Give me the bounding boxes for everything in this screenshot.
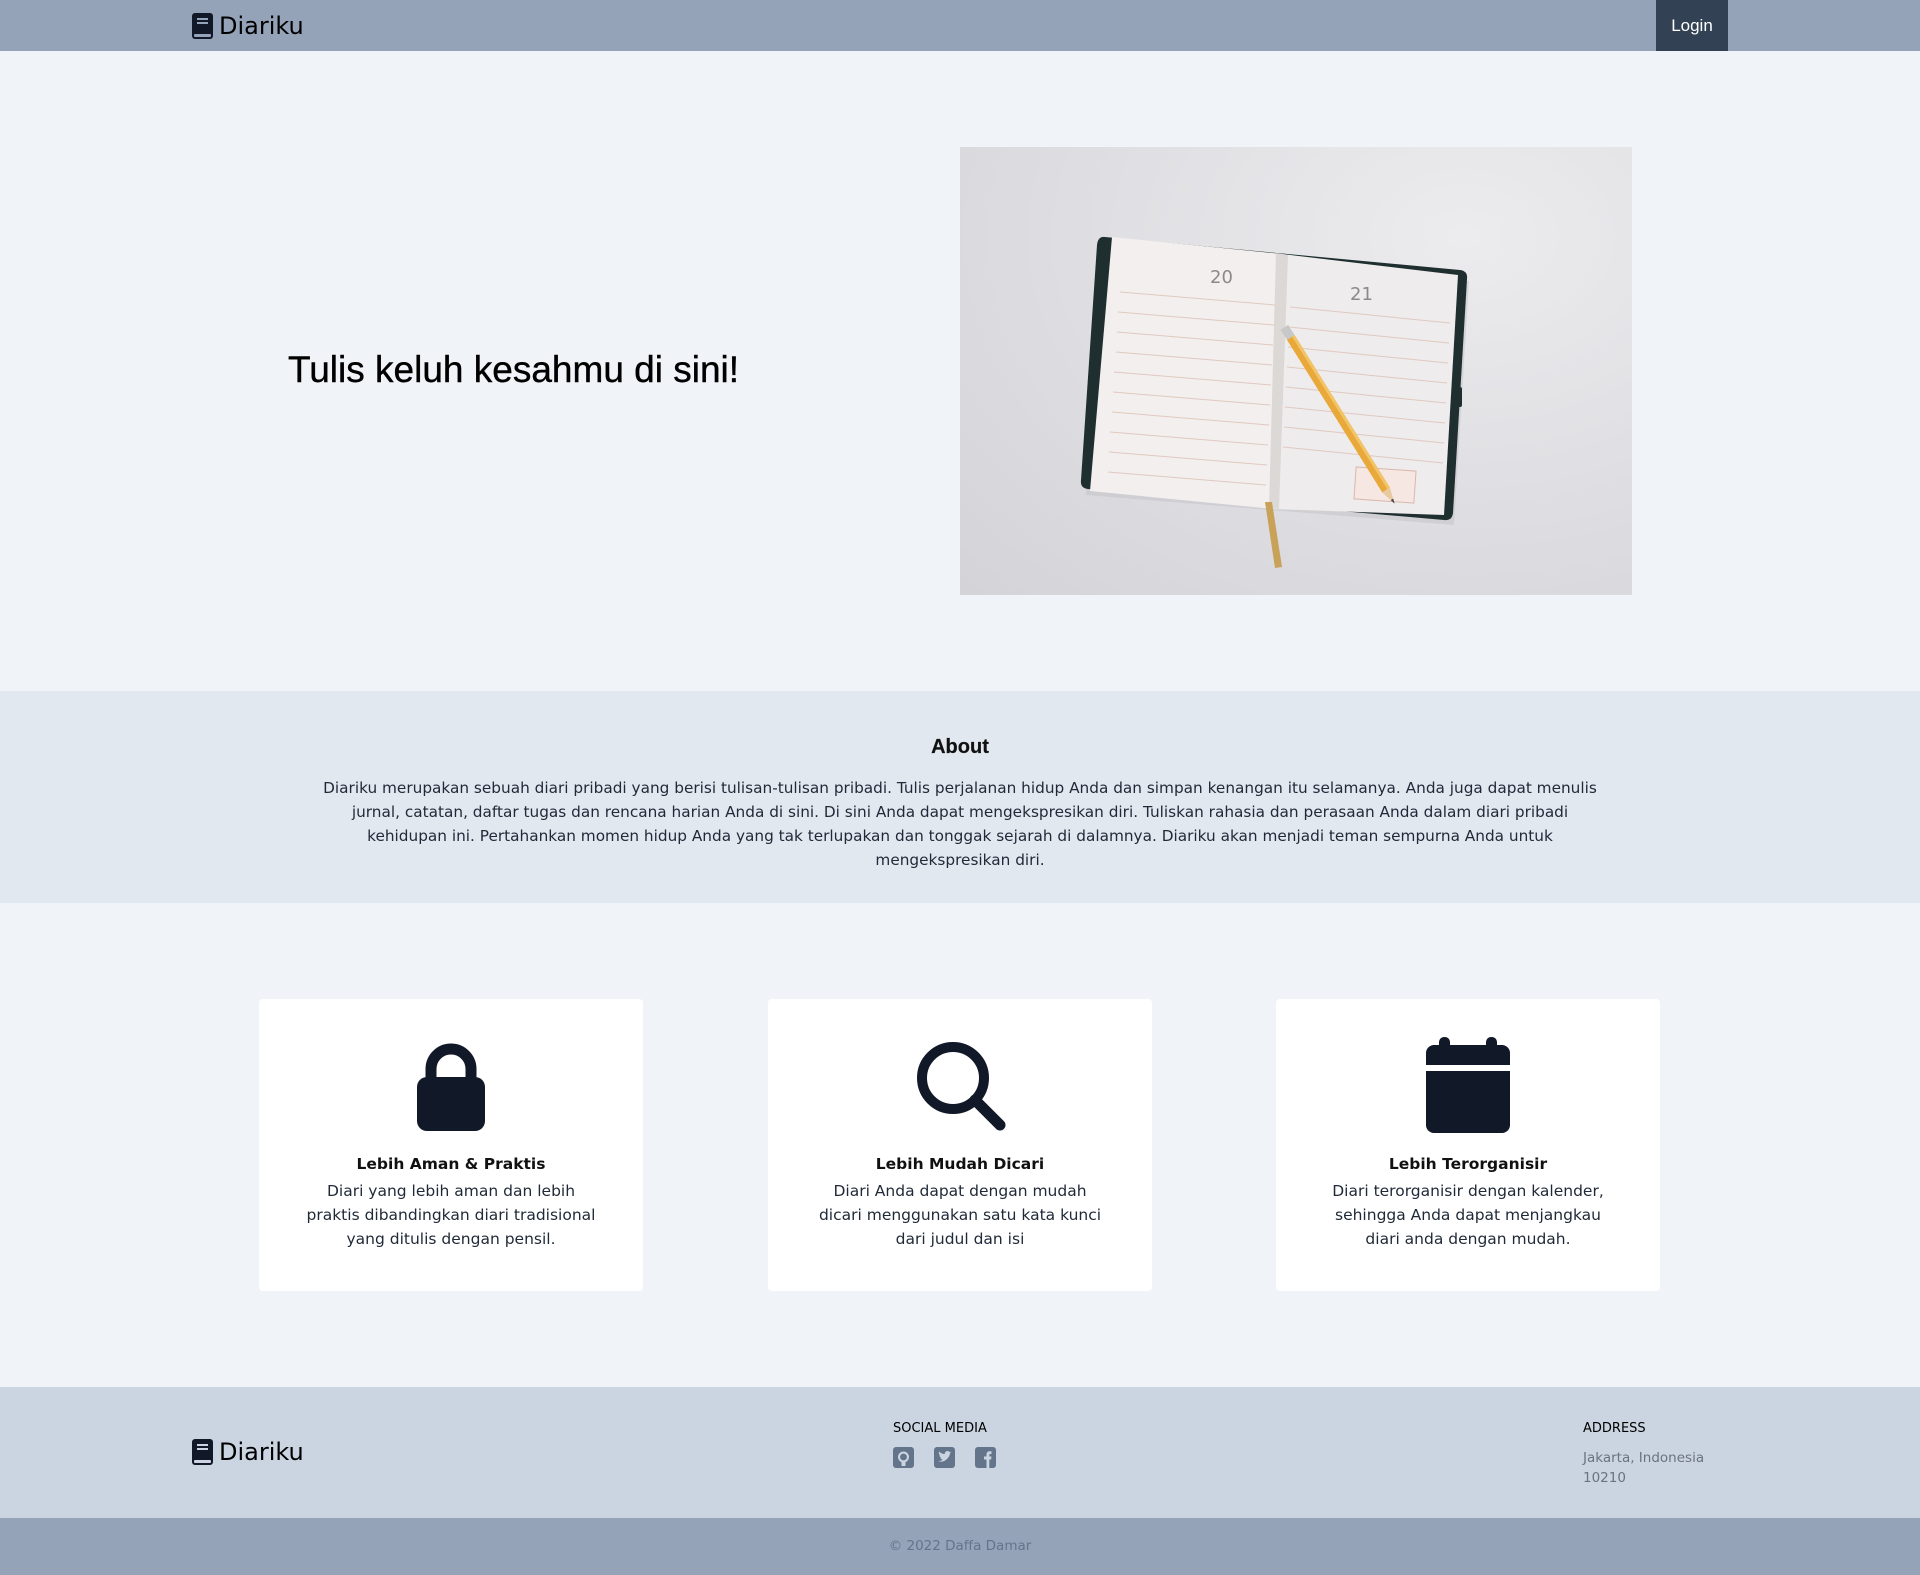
footer: Diariku SOCIAL MEDIA ADDRESS Jakarta, In…	[0, 1387, 1920, 1518]
feature-description: Diari yang lebih aman dan lebih praktis …	[306, 1182, 596, 1248]
address-postal-code: 10210	[1583, 1470, 1626, 1486]
brand-logo[interactable]: Diariku	[192, 12, 304, 40]
brand-name: Diariku	[219, 12, 304, 40]
hero-image: 20 21	[960, 147, 1632, 595]
address-heading: ADDRESS	[1583, 1421, 1646, 1436]
feature-description: Diari Anda dapat dengan mudah dicari men…	[818, 1182, 1102, 1248]
page-number-right: 21	[1350, 284, 1373, 305]
feature-title: Lebih Terorganisir	[1388, 1155, 1548, 1173]
book-icon	[192, 13, 213, 39]
hero-title: Tulis keluh kesahmu di sini!	[288, 349, 740, 390]
address-city: Jakarta, Indonesia	[1583, 1450, 1705, 1466]
about-text: Diariku merupakan sebuah diari pribadi y…	[323, 779, 1597, 869]
copyright-text: © 2022 Daffa Damar	[888, 1538, 1032, 1554]
features-section: Lebih Aman & Praktis Diari yang lebih am…	[0, 903, 1920, 1387]
login-button[interactable]: Login	[1656, 0, 1728, 51]
hero-section: Tulis keluh kesahmu di sini! 20 21	[0, 51, 1920, 691]
github-icon[interactable]	[893, 1447, 914, 1468]
feature-card-search: Lebih Mudah Dicari Diari Anda dapat deng…	[768, 999, 1152, 1291]
feature-description: Diari terorganisir dengan kalender, sehi…	[1332, 1182, 1604, 1248]
footer-brand-name: Diariku	[219, 1438, 304, 1466]
social-media-heading: SOCIAL MEDIA	[893, 1421, 987, 1436]
twitter-icon[interactable]	[934, 1447, 955, 1468]
navbar: Diariku Login	[0, 0, 1920, 51]
search-icon	[912, 1037, 1008, 1133]
facebook-icon[interactable]	[975, 1447, 996, 1468]
copyright-bar: © 2022 Daffa Damar	[0, 1518, 1920, 1575]
lock-icon	[403, 1037, 499, 1133]
calendar-icon	[1420, 1037, 1516, 1133]
book-icon	[192, 1439, 213, 1465]
feature-title: Lebih Mudah Dicari	[875, 1155, 1045, 1173]
feature-card-organized: Lebih Terorganisir Diari terorganisir de…	[1276, 999, 1660, 1291]
feature-card-secure: Lebih Aman & Praktis Diari yang lebih am…	[259, 999, 643, 1291]
about-section: About Diariku merupakan sebuah diari pri…	[0, 691, 1920, 903]
address-text: Jakarta, Indonesia 10210	[1583, 1448, 1733, 1488]
page-number-left: 20	[1210, 267, 1233, 288]
feature-title: Lebih Aman & Praktis	[356, 1155, 546, 1173]
footer-brand-logo[interactable]: Diariku	[192, 1438, 304, 1466]
social-icons	[893, 1447, 996, 1468]
about-title: About	[931, 736, 989, 758]
